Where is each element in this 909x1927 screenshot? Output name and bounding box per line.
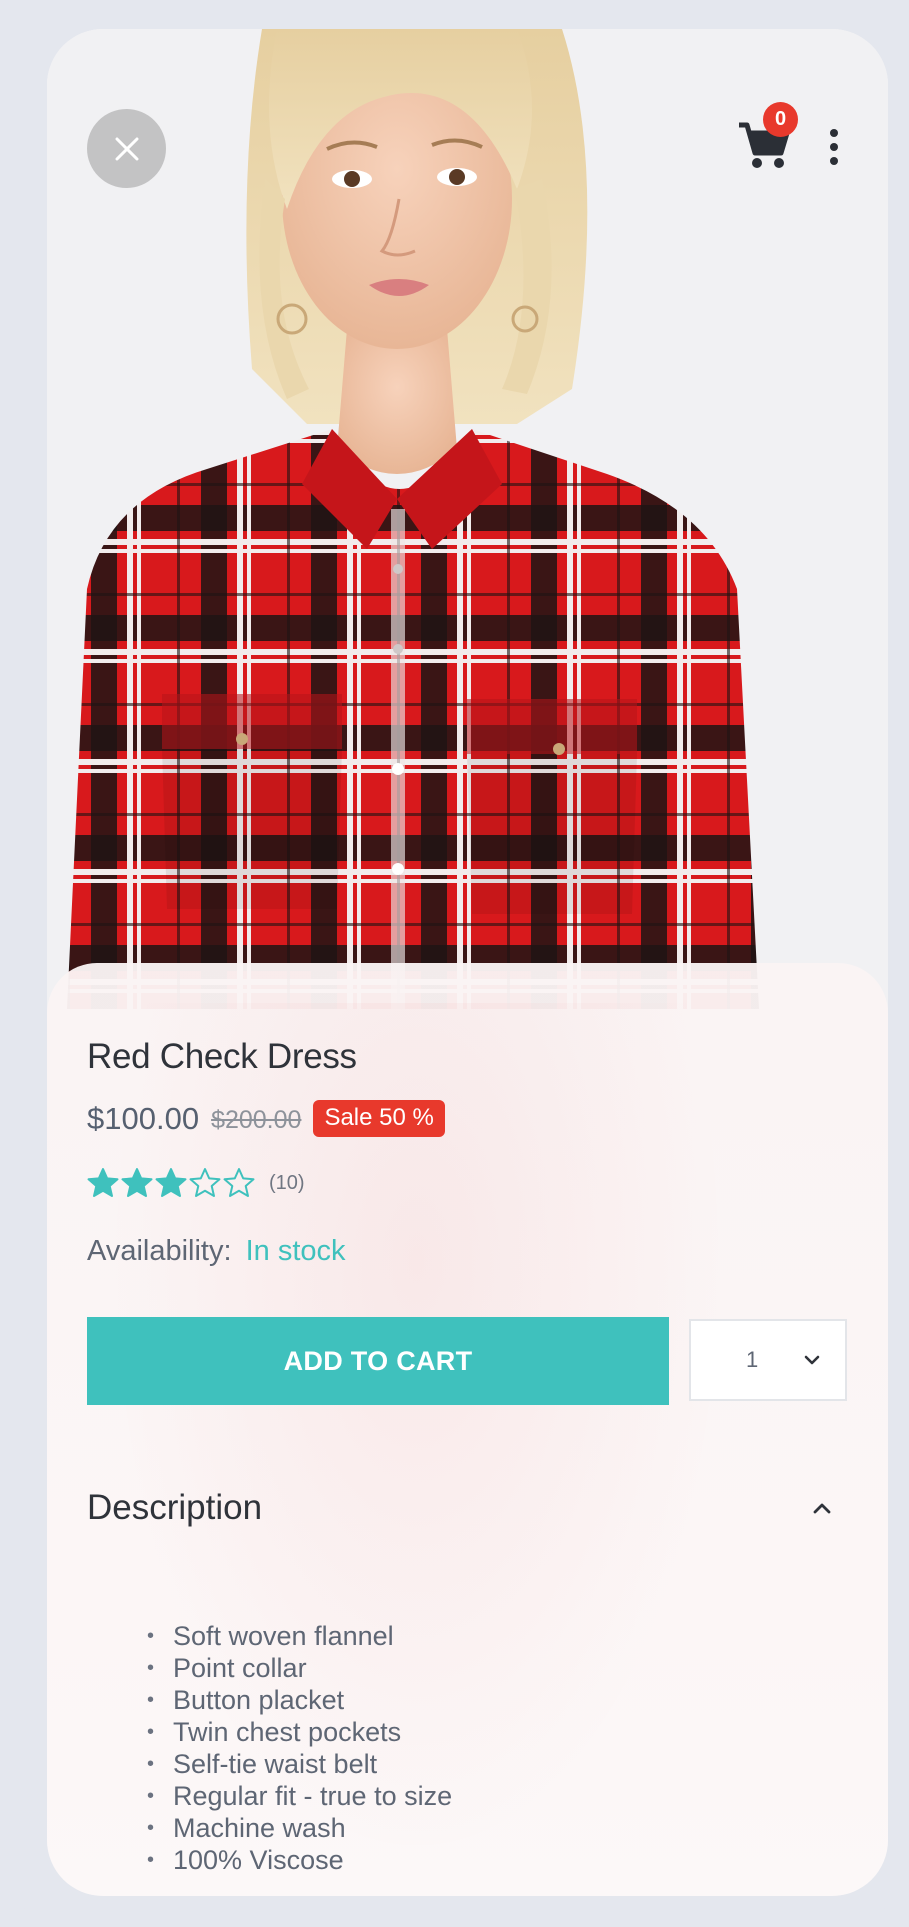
description-item: Self-tie waist belt	[147, 1748, 452, 1780]
star-filled-icon	[87, 1168, 119, 1197]
product-screen: 0 Red Check Dress $100.00 $200.00 Sale 5…	[47, 29, 888, 1896]
sale-badge: Sale 50 %	[313, 1100, 445, 1137]
rating-count: (10)	[269, 1171, 305, 1194]
quantity-value: 1	[746, 1347, 759, 1372]
description-item: Button placket	[147, 1684, 452, 1716]
quantity-select[interactable]: 1	[689, 1319, 847, 1401]
description-list: Soft woven flannelPoint collarButton pla…	[147, 1620, 452, 1876]
availability-status: In stock	[245, 1235, 346, 1267]
description-item: 100% Viscose	[147, 1844, 452, 1876]
product-details-sheet: Red Check Dress $100.00 $200.00 Sale 50 …	[47, 963, 888, 1896]
more-options-button[interactable]	[819, 117, 849, 177]
more-vertical-icon	[830, 129, 838, 137]
add-to-cart-button[interactable]: ADD TO CART	[87, 1317, 669, 1405]
close-icon	[115, 137, 138, 160]
description-item: Point collar	[147, 1652, 452, 1684]
chevron-up-icon[interactable]	[809, 1495, 835, 1521]
description-item: Twin chest pockets	[147, 1716, 452, 1748]
description-title: Description	[87, 1488, 263, 1527]
current-price: $100.00	[87, 1100, 200, 1136]
cart-count-badge: 0	[763, 102, 798, 137]
availability: Availability: In stock	[87, 1235, 346, 1268]
chevron-down-icon	[804, 1355, 820, 1365]
price-row: $100.00 $200.00 Sale 50 %	[87, 1100, 445, 1137]
product-title: Red Check Dress	[87, 1037, 357, 1076]
availability-label: Availability:	[87, 1235, 232, 1267]
device-frame: 0 Red Check Dress $100.00 $200.00 Sale 5…	[8, 0, 901, 1927]
close-button[interactable]	[87, 109, 166, 188]
description-item: Soft woven flannel	[147, 1620, 452, 1652]
rating-stars	[87, 1167, 257, 1199]
original-price: $200.00	[211, 1106, 302, 1134]
star-filled-icon	[121, 1168, 153, 1197]
star-filled-icon	[155, 1168, 187, 1197]
description-item: Machine wash	[147, 1812, 452, 1844]
star-empty-icon	[189, 1168, 221, 1197]
star-empty-icon	[223, 1168, 255, 1197]
description-item: Regular fit - true to size	[147, 1780, 452, 1812]
rating-row: (10)	[87, 1167, 305, 1199]
